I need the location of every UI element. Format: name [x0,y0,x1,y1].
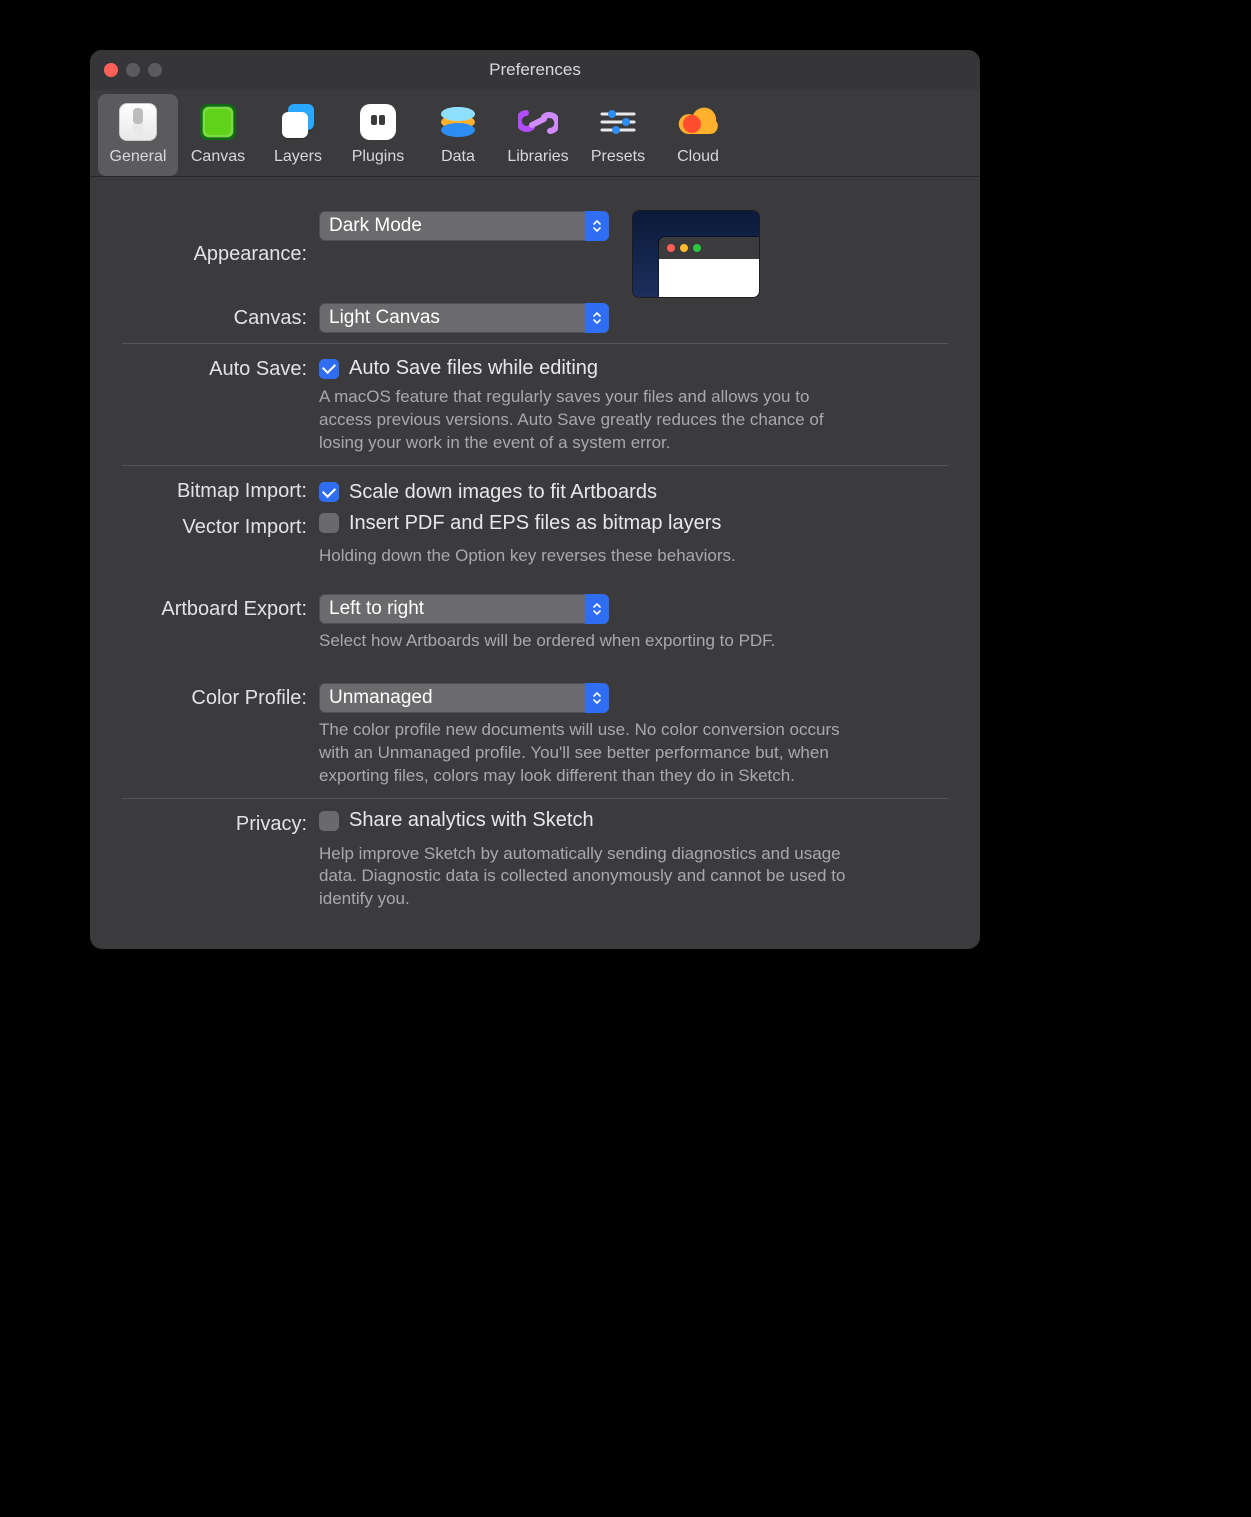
switch-icon [119,103,157,141]
canvas-label: Canvas: [122,303,307,333]
tab-presets[interactable]: Presets [578,94,658,176]
preferences-toolbar: General Canvas Layers Plugins [90,90,980,177]
stack-icon [436,105,480,139]
bitmap-import-checkbox-label: Scale down images to fit Artboards [349,481,657,504]
link-icon [518,107,558,137]
artboard-export-help: Select how Artboards will be ordered whe… [319,630,859,653]
autosave-checkbox[interactable]: Auto Save files while editing [319,357,598,380]
privacy-checkbox-label: Share analytics with Sketch [349,809,594,832]
chevrons-icon [585,211,609,241]
privacy-help: Help improve Sketch by automatically sen… [319,843,859,912]
tab-canvas-label: Canvas [191,148,245,166]
vector-import-label: Vector Import: [122,512,307,542]
divider [122,798,948,799]
minimize-window-button[interactable] [126,63,140,77]
tab-general-label: General [110,148,167,166]
canvas-value: Light Canvas [329,307,440,329]
preferences-content: Appearance: Dark Mode [90,177,980,949]
autosave-help: A macOS feature that regularly saves you… [319,386,859,455]
privacy-checkbox[interactable]: Share analytics with Sketch [319,809,594,832]
chevrons-icon [585,303,609,333]
tab-canvas[interactable]: Canvas [178,94,258,176]
checkbox-icon [319,811,339,831]
color-profile-help: The color profile new documents will use… [319,719,859,788]
vector-import-checkbox[interactable]: Insert PDF and EPS files as bitmap layer… [319,512,721,535]
appearance-label: Appearance: [122,239,307,269]
canvas-select[interactable]: Light Canvas [319,303,609,333]
tab-libraries[interactable]: Libraries [498,94,578,176]
artboard-icon [200,104,236,140]
appearance-value: Dark Mode [329,215,422,237]
artboard-export-label: Artboard Export: [122,594,307,624]
tab-presets-label: Presets [591,148,645,166]
checkbox-icon [319,359,339,379]
color-profile-label: Color Profile: [122,683,307,713]
tab-data-label: Data [441,148,475,166]
window-controls [90,63,162,77]
plug-icon [360,104,396,140]
layers-icon [278,102,318,142]
artboard-export-value: Left to right [329,598,424,620]
titlebar: Preferences [90,50,980,90]
appearance-select[interactable]: Dark Mode [319,211,609,241]
sliders-icon [598,108,638,136]
bitmap-import-label: Bitmap Import: [122,476,307,506]
tab-libraries-label: Libraries [507,148,568,166]
autosave-label: Auto Save: [122,354,307,384]
tab-plugins[interactable]: Plugins [338,94,418,176]
color-profile-value: Unmanaged [329,687,433,709]
vector-import-checkbox-label: Insert PDF and EPS files as bitmap layer… [349,512,721,535]
tab-layers-label: Layers [274,148,322,166]
close-window-button[interactable] [104,63,118,77]
vector-import-help: Holding down the Option key reverses the… [319,545,859,568]
autosave-checkbox-label: Auto Save files while editing [349,357,598,380]
chevrons-icon [585,594,609,624]
privacy-label: Privacy: [122,809,307,839]
divider [122,343,948,344]
tab-data[interactable]: Data [418,94,498,176]
tab-layers[interactable]: Layers [258,94,338,176]
tab-plugins-label: Plugins [352,148,404,166]
cloud-icon [676,106,720,138]
zoom-window-button[interactable] [148,63,162,77]
chevrons-icon [585,683,609,713]
checkbox-icon [319,482,339,502]
appearance-preview [633,211,759,297]
checkbox-icon [319,513,339,533]
tab-general[interactable]: General [98,94,178,176]
artboard-export-select[interactable]: Left to right [319,594,609,624]
divider [122,465,948,466]
color-profile-select[interactable]: Unmanaged [319,683,609,713]
bitmap-import-checkbox[interactable]: Scale down images to fit Artboards [319,481,657,504]
tab-cloud-label: Cloud [677,148,719,166]
window-title: Preferences [90,60,980,80]
tab-cloud[interactable]: Cloud [658,94,738,176]
preferences-window: Preferences General Canvas Layers Plugin… [90,50,980,949]
